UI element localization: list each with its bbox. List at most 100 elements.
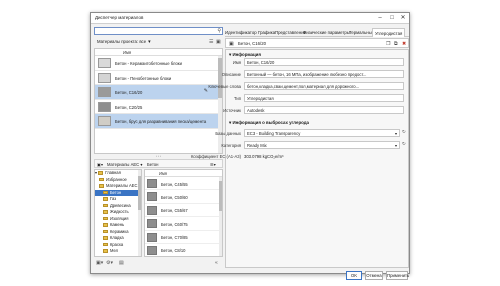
apply-button[interactable]: Применить	[386, 271, 409, 280]
tree-node[interactable]: Мозаика	[95, 254, 141, 257]
tree-node-label: Древесина	[110, 202, 131, 208]
tab-physical[interactable]: Физические параметры	[303, 28, 350, 37]
breadcrumb-concrete[interactable]: Бетон	[147, 161, 158, 168]
carbon-section-header[interactable]: ▾ Информация о выбросах углерода	[229, 120, 309, 126]
database-select[interactable]: EC3 - Building Transparency ▾	[244, 129, 400, 137]
list-item[interactable]: Бетон, C70/85	[145, 231, 222, 244]
tree-node-label: Керамика	[110, 228, 129, 234]
bottom-toolbar: ▣▾ ⚙▾ ▤ «	[94, 259, 223, 267]
library-dropdown[interactable]: Материалы AEC ▾	[107, 161, 142, 168]
material-name: Бетон, C50/60	[161, 194, 188, 200]
search-input[interactable]: ⚲	[94, 27, 223, 35]
tab-appearance[interactable]: Представление	[275, 28, 306, 37]
minimize-button[interactable]: –	[375, 14, 385, 23]
ok-button[interactable]: OK	[346, 271, 362, 280]
label-category: Категория	[221, 143, 241, 148]
library-tree: ▾ Главная Избранное Материалы AEC Бетон Газ Д…	[94, 169, 142, 257]
window-title: Диспетчер материалов	[95, 15, 144, 20]
tree-node-label: Главная	[105, 170, 121, 175]
list-item[interactable]: Бетон, C45/55	[145, 177, 222, 191]
material-name: Бетон, C45/55	[161, 181, 188, 187]
list-item[interactable]: Бетон, брус для разравнивания песка/цеме…	[95, 114, 222, 129]
material-swatch	[98, 72, 111, 83]
material-swatch	[98, 58, 111, 68]
material-name: Бетон, C60/75	[161, 221, 188, 227]
breadcrumb-separator: ›	[141, 162, 143, 167]
tab-thermal[interactable]: Термальные	[349, 28, 374, 37]
tree-node-label: Изоляция	[110, 215, 129, 221]
library-toggle-icon[interactable]: ▣▾	[97, 161, 103, 168]
material-swatch	[147, 219, 157, 229]
material-manager-window: Диспетчер материалов – □ ✕ ⚲ Материалы п…	[90, 12, 410, 280]
folder-icon	[103, 229, 108, 234]
refresh-icon[interactable]: ↻	[402, 129, 406, 135]
close-button[interactable]: ✕	[398, 14, 408, 23]
tree-node-label: Материалы AEC	[106, 183, 138, 188]
material-swatch	[147, 232, 157, 242]
delete-icon[interactable]: ✖	[402, 40, 406, 48]
tree-node-label: Мел	[110, 248, 118, 253]
material-name: Бетон, C16/20	[115, 90, 143, 96]
keywords-field[interactable]: бетон,кладка,сваи,цемент,пол,материал дл…	[244, 82, 404, 90]
tree-node-label: Бетон	[110, 189, 122, 195]
library-list-scrollbar[interactable]	[219, 177, 222, 256]
cancel-button[interactable]: Отмена	[365, 271, 383, 280]
maximize-button[interactable]: □	[387, 14, 397, 23]
view-options-icon[interactable]: ☰	[209, 38, 213, 46]
project-filter-dropdown[interactable]: Материалы проекта: все ▼	[97, 39, 152, 44]
material-swatch	[98, 116, 111, 127]
tree-node-label: Камень	[110, 222, 125, 227]
tree-scrollbar[interactable]	[138, 170, 141, 256]
project-materials-bar: Материалы проекта: все ▼ ☰ ▣	[94, 38, 223, 46]
open-asset-browser-icon[interactable]: ⚙▾	[106, 259, 113, 267]
source-field[interactable]: Autodesk	[244, 106, 404, 114]
label-database: Базы данных	[215, 131, 241, 136]
label-type: Тип	[234, 96, 241, 101]
material-swatch	[147, 245, 157, 255]
tab-identity[interactable]: Идентификатор	[225, 28, 257, 37]
library-materials-list: Имя Бетон, C45/55 Бетон, C50/60 Бетон, C55…	[144, 169, 223, 257]
library-list-header[interactable]: Имя	[145, 170, 222, 177]
collapse-panel-icon[interactable]: «	[215, 259, 218, 267]
material-name: Бетон, C8/10	[161, 248, 186, 254]
material-name: Бетон - Керамзитобетонные блоки	[115, 61, 182, 66]
create-material-icon[interactable]: ▣▾	[96, 259, 103, 267]
material-name: Бетон, брус для разравнивания песка/цеме…	[115, 119, 207, 125]
material-name: Бетон, C70/85	[161, 235, 188, 241]
name-field[interactable]: Бетон, C16/20	[244, 58, 404, 66]
library-view-icon[interactable]: ☰▾	[210, 161, 216, 168]
tab-carbon[interactable]: Углеродистая	[372, 28, 406, 37]
library-menu-icon[interactable]: ▤	[119, 259, 124, 267]
list-header-name[interactable]: Имя	[95, 49, 222, 56]
tree-node-label: Мозаика	[110, 254, 127, 257]
scroll-thumb[interactable]	[219, 181, 222, 211]
list-item[interactable]: Бетон, C50/60	[145, 190, 222, 204]
folder-icon	[103, 242, 108, 247]
folder-icon	[103, 255, 108, 256]
search-icon[interactable]: ⚲	[217, 28, 221, 35]
project-list-scrollbar[interactable]	[218, 56, 222, 153]
copy-icon[interactable]: ⧉	[394, 40, 398, 48]
tree-node-label: Кладка	[110, 235, 124, 240]
list-item[interactable]: Бетон, C55/67	[145, 204, 222, 218]
tab-graphics[interactable]: Графика	[258, 28, 275, 37]
type-field[interactable]: Углеродистая	[244, 94, 404, 102]
folder-icon	[103, 216, 108, 221]
scroll-thumb[interactable]	[138, 176, 141, 210]
label-description: Описание	[221, 72, 241, 77]
description-field[interactable]: Бетонный — бетон, 16 МПа, изображение лю…	[244, 70, 404, 78]
folder-icon	[103, 223, 108, 227]
material-swatch	[98, 101, 111, 112]
duplicate-icon[interactable]: ❐	[386, 40, 390, 48]
category-select[interactable]: Ready Mix ▾	[244, 141, 400, 149]
refresh-icon[interactable]: ↻	[402, 141, 406, 147]
material-header: ▣ Бетон, C16/20 ❐ ⧉ ✖	[225, 38, 409, 48]
title-bar: Диспетчер материалов – □ ✕	[91, 13, 409, 24]
panel-toggle-icon[interactable]: ▣	[216, 38, 221, 46]
folder-icon	[99, 184, 104, 188]
edit-icon[interactable]: ✎	[204, 88, 208, 94]
list-item[interactable]: Бетон, C8/10	[145, 244, 222, 256]
folder-icon	[103, 210, 108, 214]
tree-node-label: Краска	[110, 241, 124, 247]
list-item[interactable]: Бетон, C60/75	[145, 217, 222, 231]
